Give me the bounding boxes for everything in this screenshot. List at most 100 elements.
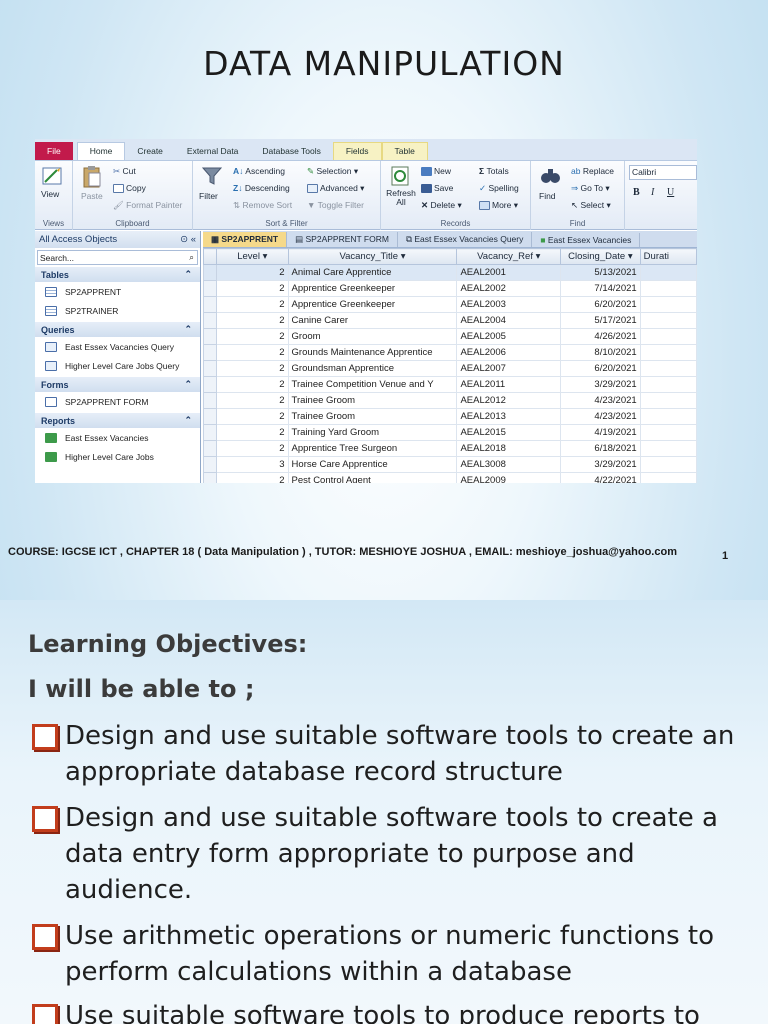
table-cell[interactable]: 7/14/2021 bbox=[560, 280, 641, 297]
replace-button[interactable]: ab Replace bbox=[571, 166, 614, 176]
table-row[interactable]: 3 Horse Care Apprentice AEAL3008 3/29/2021 bbox=[202, 456, 697, 473]
nav-section-reports[interactable]: Reports ⌃ bbox=[35, 413, 200, 428]
table-cell[interactable]: 4/22/2021 bbox=[560, 472, 641, 483]
chevron-down-icon[interactable]: ⊙ « bbox=[180, 234, 196, 245]
table-cell[interactable]: Trainee Competition Venue and Y bbox=[287, 376, 458, 393]
more-button[interactable]: More ▾ bbox=[479, 200, 518, 211]
table-cell[interactable]: Horse Care Apprentice bbox=[287, 456, 458, 473]
nav-item-form[interactable]: SP2APPRENT FORM bbox=[35, 392, 200, 411]
advanced-button[interactable]: Advanced ▾ bbox=[307, 183, 364, 194]
nav-section-queries[interactable]: Queries ⌃ bbox=[35, 322, 200, 337]
table-cell[interactable] bbox=[639, 424, 697, 441]
table-cell[interactable] bbox=[639, 440, 697, 457]
copy-button[interactable]: Copy bbox=[113, 183, 146, 194]
column-header[interactable]: Durati bbox=[639, 248, 697, 265]
table-cell[interactable]: AEAL2018 bbox=[456, 440, 562, 457]
save-record-button[interactable]: Save bbox=[421, 183, 453, 194]
row-selector[interactable] bbox=[202, 264, 218, 281]
table-cell[interactable]: 2 bbox=[216, 376, 289, 393]
ascending-button[interactable]: A↓ Ascending bbox=[233, 166, 285, 176]
table-cell[interactable]: 2 bbox=[216, 344, 289, 361]
paste-button[interactable] bbox=[81, 165, 103, 191]
table-cell[interactable]: Trainee Groom bbox=[287, 392, 458, 409]
table-cell[interactable]: AEAL2007 bbox=[456, 360, 562, 377]
table-cell[interactable] bbox=[639, 312, 697, 329]
table-cell[interactable]: Apprentice Tree Surgeon bbox=[287, 440, 458, 457]
table-cell[interactable]: AEAL2009 bbox=[456, 472, 562, 483]
table-cell[interactable] bbox=[639, 472, 697, 483]
tab-file[interactable]: File bbox=[35, 142, 73, 160]
table-cell[interactable]: Apprentice Greenkeeper bbox=[287, 296, 458, 313]
font-select[interactable]: Calibri bbox=[629, 165, 697, 180]
table-cell[interactable]: 2 bbox=[216, 424, 289, 441]
table-cell[interactable]: AEAL2011 bbox=[456, 376, 562, 393]
select-all-cell[interactable] bbox=[202, 248, 218, 265]
table-cell[interactable]: Animal Care Apprentice bbox=[287, 264, 458, 281]
row-selector[interactable] bbox=[202, 408, 218, 425]
table-cell[interactable]: 5/13/2021 bbox=[560, 264, 641, 281]
row-selector[interactable] bbox=[202, 312, 218, 329]
tab-database-tools[interactable]: Database Tools bbox=[250, 143, 332, 160]
table-cell[interactable]: 2 bbox=[216, 408, 289, 425]
table-cell[interactable] bbox=[639, 264, 697, 281]
table-cell[interactable]: AEAL2005 bbox=[456, 328, 562, 345]
nav-item-query[interactable]: East Essex Vacancies Query bbox=[35, 337, 200, 356]
table-row[interactable]: 2 Trainee Competition Venue and Y AEAL2011… bbox=[202, 376, 697, 393]
remove-sort-button[interactable]: ⇅ Remove Sort bbox=[233, 200, 292, 211]
table-cell[interactable]: 6/18/2021 bbox=[560, 440, 641, 457]
selection-button[interactable]: ✎ Selection ▾ bbox=[307, 166, 358, 177]
nav-item-report[interactable]: Higher Level Care Jobs bbox=[35, 447, 200, 466]
table-row[interactable]: 2 Groom AEAL2005 4/26/2021 bbox=[202, 328, 697, 345]
table-cell[interactable] bbox=[639, 360, 697, 377]
doc-tab[interactable]: ▤ SP2APPRENT FORM bbox=[287, 232, 398, 247]
table-cell[interactable]: 3/29/2021 bbox=[560, 376, 641, 393]
nav-item-table[interactable]: SP2APPRENT bbox=[35, 282, 200, 301]
table-cell[interactable]: 2 bbox=[216, 472, 289, 483]
table-cell[interactable]: AEAL2006 bbox=[456, 344, 562, 361]
nav-section-forms[interactable]: Forms ⌃ bbox=[35, 377, 200, 392]
table-cell[interactable]: Training Yard Groom bbox=[287, 424, 458, 441]
row-selector[interactable] bbox=[202, 328, 218, 345]
table-cell[interactable]: 6/20/2021 bbox=[560, 360, 641, 377]
table-cell[interactable]: Trainee Groom bbox=[287, 408, 458, 425]
table-cell[interactable]: AEAL2015 bbox=[456, 424, 562, 441]
table-cell[interactable]: 2 bbox=[216, 328, 289, 345]
table-cell[interactable]: Pest Control Agent bbox=[287, 472, 458, 483]
table-cell[interactable]: 2 bbox=[216, 312, 289, 329]
delete-record-button[interactable]: ✕ Delete ▾ bbox=[421, 200, 462, 211]
table-cell[interactable]: 2 bbox=[216, 280, 289, 297]
table-cell[interactable]: 4/23/2021 bbox=[560, 392, 641, 409]
refresh-all-button[interactable] bbox=[389, 165, 411, 189]
column-header[interactable]: Vacancy_Title ▾ bbox=[287, 248, 458, 265]
nav-item-table[interactable]: SP2TRAINER bbox=[35, 301, 200, 320]
table-cell[interactable]: 3/29/2021 bbox=[560, 456, 641, 473]
table-cell[interactable]: AEAL3008 bbox=[456, 456, 562, 473]
table-cell[interactable]: Groom bbox=[287, 328, 458, 345]
table-cell[interactable]: Groundsman Apprentice bbox=[287, 360, 458, 377]
row-selector[interactable] bbox=[202, 392, 218, 409]
row-selector[interactable] bbox=[202, 472, 218, 483]
table-cell[interactable]: 4/26/2021 bbox=[560, 328, 641, 345]
view-button[interactable] bbox=[41, 165, 65, 189]
format-painter-button[interactable]: 🖌 Format Painter bbox=[113, 200, 182, 211]
table-row[interactable]: 2 Apprentice Greenkeeper AEAL2003 6/20/2021 bbox=[202, 296, 697, 313]
table-row[interactable]: 2 Apprentice Tree Surgeon AEAL2018 6/18/202… bbox=[202, 440, 697, 457]
doc-tab[interactable]: ■ East Essex Vacancies bbox=[532, 233, 641, 247]
spelling-button[interactable]: ✓ Spelling bbox=[479, 183, 519, 194]
table-row[interactable]: 2 Trainee Groom AEAL2013 4/23/2021 bbox=[202, 408, 697, 425]
table-row[interactable]: 2 Pest Control Agent AEAL2009 4/22/2021 bbox=[202, 472, 697, 483]
tab-home[interactable]: Home bbox=[76, 142, 126, 160]
table-cell[interactable]: AEAL2013 bbox=[456, 408, 562, 425]
row-selector[interactable] bbox=[202, 360, 218, 377]
italic-button[interactable]: I bbox=[651, 187, 654, 198]
underline-button[interactable]: U bbox=[667, 187, 674, 198]
row-selector[interactable] bbox=[202, 296, 218, 313]
find-button[interactable] bbox=[539, 165, 561, 189]
table-cell[interactable] bbox=[639, 296, 697, 313]
table-cell[interactable]: 6/20/2021 bbox=[560, 296, 641, 313]
table-cell[interactable] bbox=[639, 408, 697, 425]
table-cell[interactable]: AEAL2001 bbox=[456, 264, 562, 281]
table-cell[interactable]: AEAL2004 bbox=[456, 312, 562, 329]
tab-fields[interactable]: Fields bbox=[332, 142, 382, 160]
nav-header[interactable]: All Access Objects ⊙ « bbox=[35, 231, 200, 248]
